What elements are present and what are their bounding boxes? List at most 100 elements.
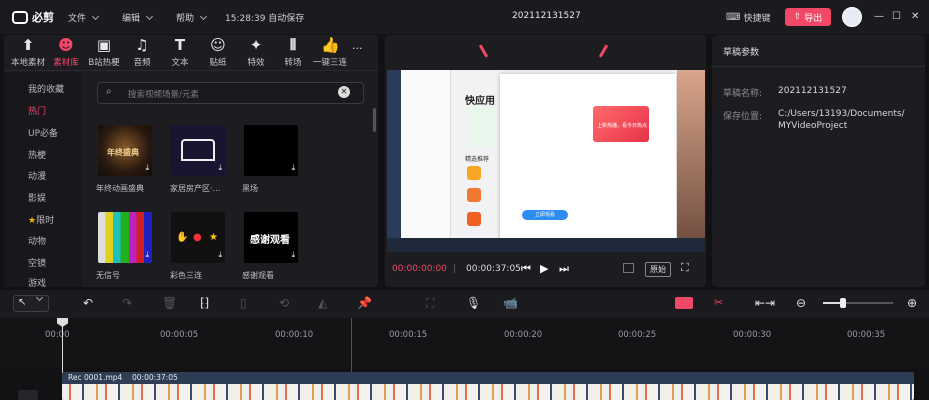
draft-title: 草稿参数 <box>723 48 760 58</box>
video-clip[interactable] <box>62 372 914 400</box>
coin-icon: ● <box>193 232 202 243</box>
clear-search-icon[interactable]: ✕ <box>338 86 350 98</box>
bili-face-icon: ☻ <box>58 36 74 54</box>
download-icon[interactable]: ⤓ <box>218 250 222 260</box>
search-placeholder: 搜索视频场景/元素 <box>128 90 199 100</box>
menu-edit[interactable]: 编辑 <box>122 11 152 24</box>
category-animals[interactable]: 动物 <box>28 234 46 247</box>
asset-thumb[interactable]: 年终盛典 ⤓ <box>98 125 152 176</box>
asset-thumb[interactable]: ⤓ <box>98 212 152 263</box>
tab-effects[interactable]: ✦ 特效 <box>237 37 275 68</box>
pin-icon[interactable]: 📌 <box>357 296 372 310</box>
tab-bili-memes[interactable]: ▣ B站热梗 <box>85 37 123 68</box>
category-games[interactable]: 游戏 <box>28 276 46 289</box>
tab-transition[interactable]: ⫴ 转场 <box>274 37 312 68</box>
category-memes[interactable]: 热梗 <box>28 148 46 161</box>
download-icon[interactable]: ⤓ <box>291 250 295 260</box>
category-hot[interactable]: 热门 <box>28 104 46 117</box>
sticker-icon: ☺ <box>210 36 226 54</box>
draft-path-line2: MYVideoProject <box>778 121 848 131</box>
category-favorites[interactable]: 我的收藏 <box>28 82 64 95</box>
ruler-label: 00:00:25 <box>618 330 657 340</box>
crop-frame-icon[interactable]: ⛶ <box>426 296 434 311</box>
category-label: 限时 <box>36 216 55 226</box>
asset-thumb[interactable]: ⤓ <box>171 125 225 176</box>
download-icon[interactable]: ⤓ <box>145 163 149 173</box>
preview-marker <box>351 318 352 373</box>
total-time: 00:00:37:05 <box>466 264 521 274</box>
next-frame-icon[interactable]: ⏭ <box>559 262 569 276</box>
prev-frame-icon[interactable]: ⏮ <box>521 262 531 276</box>
ruler-label: 00:00:20 <box>504 330 543 340</box>
upload-icon: ⬆ <box>21 36 35 54</box>
ruler-label: 00:00:15 <box>389 330 428 340</box>
snap-toggle-icon[interactable] <box>675 297 693 309</box>
undo-icon[interactable]: ↶ <box>83 296 93 310</box>
cursor-icon: ↖ <box>18 297 27 308</box>
scrollbar[interactable] <box>373 108 376 132</box>
tab-one-click-triple[interactable]: 👍 一键三连 <box>311 37 349 68</box>
export-button[interactable]: ⇧ 导出 <box>785 8 831 26</box>
maximize-icon[interactable]: ☐ <box>892 11 901 22</box>
asset-thumb[interactable]: ⤓ <box>244 125 298 176</box>
download-icon[interactable]: ⤓ <box>145 250 149 260</box>
tab-material-library[interactable]: ☻ 素材库 <box>47 37 85 68</box>
download-icon[interactable]: ⤓ <box>218 163 222 173</box>
category-anime[interactable]: 动漫 <box>28 169 46 182</box>
zoom-out-icon[interactable]: ⊖ <box>796 296 806 310</box>
crop-icon[interactable] <box>623 263 634 273</box>
logo-mark-icon <box>12 10 28 24</box>
download-icon[interactable]: ⤓ <box>291 163 295 173</box>
music-note-icon: ♫ <box>135 36 149 54</box>
tab-audio[interactable]: ♫ 音频 <box>123 37 161 68</box>
category-scenery[interactable]: 空镜 <box>28 256 46 269</box>
mirror-icon[interactable]: ◭ <box>318 296 327 310</box>
tab-label: 转场 <box>284 58 302 68</box>
tab-local-media[interactable]: ⬆ 本地素材 <box>9 37 47 68</box>
preview-sidebar <box>401 70 451 238</box>
zoom-in-icon[interactable]: ⊕ <box>907 296 917 310</box>
preview-dialog-button: 立即观看 <box>522 210 568 220</box>
freeze-frame-icon[interactable]: ▯ <box>240 296 247 310</box>
aspect-ratio-button[interactable]: 原始 <box>645 262 671 277</box>
tab-label: 一键三连 <box>312 58 347 68</box>
fullscreen-icon[interactable]: ⛶ <box>681 261 689 275</box>
asset-thumb[interactable]: ✋ ● ★ ⤓ <box>171 212 225 263</box>
asset-label: 彩色三连 <box>170 271 202 280</box>
auto-link-icon[interactable]: ✂ <box>714 296 723 309</box>
reverse-icon[interactable]: ⟲ <box>279 296 289 310</box>
minimize-icon[interactable]: — <box>874 11 884 22</box>
tab-text[interactable]: T 文本 <box>161 37 199 68</box>
track-mute-icon[interactable] <box>18 390 38 400</box>
preview-card <box>467 106 497 146</box>
tab-sticker[interactable]: ☺ 贴纸 <box>199 37 237 68</box>
tab-label: 本地素材 <box>10 58 45 68</box>
play-icon[interactable]: ▶ <box>540 262 548 275</box>
thumb-up-icon: ✋ <box>176 232 189 243</box>
zoom-slider-handle[interactable] <box>840 298 846 308</box>
transition-icon: ⫴ <box>289 36 297 54</box>
camera-icon[interactable]: 📹 <box>503 296 518 310</box>
menu-file[interactable]: 文件 <box>68 11 98 24</box>
shortcut-button[interactable]: ⌨ 快捷键 <box>726 11 770 24</box>
close-icon[interactable]: ✕ <box>911 11 919 22</box>
star-icon: ★ <box>28 216 37 226</box>
redo-icon[interactable]: ↷ <box>122 296 132 310</box>
more-tabs-icon[interactable]: ··· <box>352 42 363 55</box>
category-entertainment[interactable]: 影娱 <box>28 191 46 204</box>
preview-app-icon <box>467 188 481 202</box>
tab-label: 素材库 <box>53 58 79 68</box>
split-icon[interactable]: ⁅⁆ <box>200 296 209 310</box>
menu-help[interactable]: 帮助 <box>176 11 206 24</box>
tab-label: B站热梗 <box>88 58 120 68</box>
delete-icon[interactable]: 🗑 <box>162 296 177 310</box>
fit-timeline-icon[interactable]: ⇤⇥ <box>755 296 775 310</box>
avatar[interactable] <box>842 7 862 27</box>
export-icon: ⇧ <box>793 12 802 22</box>
category-up-essentials[interactable]: UP必备 <box>28 126 58 139</box>
preview-subheading: 精选推荐 <box>465 156 490 163</box>
category-limited[interactable]: ★限时 <box>28 213 54 226</box>
asset-thumb[interactable]: 感谢观看 ⤓ <box>244 212 298 263</box>
microphone-icon[interactable]: 🎙 <box>466 296 481 310</box>
tab-label: 音频 <box>133 58 151 68</box>
